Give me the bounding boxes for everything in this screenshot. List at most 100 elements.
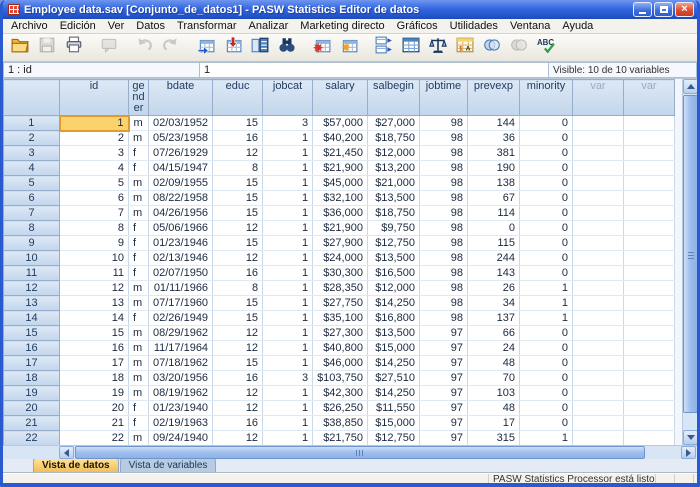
cell[interactable]: 12 xyxy=(213,251,263,266)
cell[interactable]: $45,000 xyxy=(313,176,368,191)
cell[interactable] xyxy=(572,386,623,401)
cell[interactable] xyxy=(572,356,623,371)
row-header-20[interactable]: 20 xyxy=(4,401,60,416)
cell[interactable]: $35,100 xyxy=(313,311,368,326)
open-data-button[interactable] xyxy=(6,36,33,60)
scroll-left-button[interactable] xyxy=(59,446,74,459)
cell[interactable]: 0 xyxy=(519,176,572,191)
cell[interactable]: 0 xyxy=(519,416,572,431)
cell[interactable]: 48 xyxy=(467,356,519,371)
cell[interactable]: $12,750 xyxy=(367,431,419,446)
column-header-minority-10[interactable]: minority xyxy=(519,80,572,116)
column-header-jobcat-5[interactable]: jobcat xyxy=(263,80,313,116)
row-header-12[interactable]: 12 xyxy=(4,281,60,296)
cell[interactable]: $40,800 xyxy=(313,341,368,356)
cell[interactable] xyxy=(572,371,623,386)
row-header-19[interactable]: 19 xyxy=(4,386,60,401)
cell[interactable]: 04/26/1956 xyxy=(149,206,213,221)
row-header-13[interactable]: 13 xyxy=(4,296,60,311)
print-button[interactable] xyxy=(60,36,87,60)
cell[interactable]: 11/17/1964 xyxy=(149,341,213,356)
cell[interactable]: 9 xyxy=(60,236,129,251)
row-header-14[interactable]: 14 xyxy=(4,311,60,326)
cell[interactable]: 16 xyxy=(213,416,263,431)
cell[interactable] xyxy=(623,266,674,281)
cell[interactable]: 1 xyxy=(519,311,572,326)
cell[interactable]: 16 xyxy=(213,131,263,146)
cell[interactable]: 137 xyxy=(467,311,519,326)
cell[interactable]: $13,500 xyxy=(367,251,419,266)
row-header-3[interactable]: 3 xyxy=(4,146,60,161)
cell[interactable]: 0 xyxy=(519,206,572,221)
cell[interactable]: 114 xyxy=(467,206,519,221)
cell[interactable]: 0 xyxy=(519,341,572,356)
cell[interactable]: f xyxy=(129,311,149,326)
cell[interactable]: m xyxy=(129,206,149,221)
cell[interactable] xyxy=(572,416,623,431)
cell[interactable] xyxy=(572,311,623,326)
column-header-var-11[interactable]: var xyxy=(572,80,623,116)
cell[interactable]: 04/15/1947 xyxy=(149,161,213,176)
menu-ver[interactable]: Ver xyxy=(102,20,131,32)
menu-utilidades[interactable]: Utilidades xyxy=(444,20,504,32)
column-header-prevexp-9[interactable]: prevexp xyxy=(467,80,519,116)
tab-variable-view[interactable]: Vista de variables xyxy=(120,458,217,472)
cell[interactable]: m xyxy=(129,386,149,401)
cell[interactable]: m xyxy=(129,431,149,446)
cell[interactable]: 48 xyxy=(467,401,519,416)
cell[interactable]: 1 xyxy=(263,221,313,236)
cell[interactable]: $30,300 xyxy=(313,266,368,281)
cell[interactable]: $24,000 xyxy=(313,251,368,266)
cell[interactable]: f xyxy=(129,401,149,416)
cell[interactable]: 98 xyxy=(419,311,467,326)
cell[interactable]: 67 xyxy=(467,191,519,206)
cell[interactable]: 1 xyxy=(263,311,313,326)
cell[interactable]: 7 xyxy=(60,206,129,221)
cell[interactable]: 15 xyxy=(213,296,263,311)
cell[interactable]: 3 xyxy=(60,146,129,161)
horizontal-scroll-thumb[interactable] xyxy=(75,446,645,459)
cell[interactable]: $40,200 xyxy=(313,131,368,146)
cell[interactable] xyxy=(623,431,674,446)
cell[interactable] xyxy=(623,281,674,296)
row-header-17[interactable]: 17 xyxy=(4,356,60,371)
cell[interactable]: 97 xyxy=(419,431,467,446)
cell[interactable]: 0 xyxy=(519,371,572,386)
cell[interactable]: m xyxy=(129,131,149,146)
column-header-bdate-3[interactable]: bdate xyxy=(149,80,213,116)
cell[interactable]: $12,000 xyxy=(367,281,419,296)
row-header-9[interactable]: 9 xyxy=(4,236,60,251)
cell[interactable]: 98 xyxy=(419,206,467,221)
cell[interactable] xyxy=(572,281,623,296)
cell[interactable] xyxy=(572,191,623,206)
cell[interactable]: $13,500 xyxy=(367,191,419,206)
cell[interactable] xyxy=(623,326,674,341)
use-variable-sets-button[interactable] xyxy=(478,36,505,60)
column-header-salbegin-7[interactable]: salbegin xyxy=(367,80,419,116)
cell[interactable]: 07/17/1960 xyxy=(149,296,213,311)
cell[interactable]: 1 xyxy=(263,251,313,266)
cell[interactable]: 08/29/1962 xyxy=(149,326,213,341)
cell[interactable]: 12 xyxy=(213,386,263,401)
cell[interactable]: m xyxy=(129,296,149,311)
cell[interactable]: m xyxy=(129,356,149,371)
cell[interactable]: 190 xyxy=(467,161,519,176)
vertical-scroll-thumb[interactable] xyxy=(683,95,697,413)
cell[interactable]: 1 xyxy=(263,356,313,371)
cell[interactable]: $103,750 xyxy=(313,371,368,386)
row-header-16[interactable]: 16 xyxy=(4,341,60,356)
cell[interactable]: 0 xyxy=(519,266,572,281)
cell[interactable]: 02/09/1955 xyxy=(149,176,213,191)
cell[interactable]: $14,250 xyxy=(367,296,419,311)
menu-edici-n[interactable]: Edición xyxy=(54,20,102,32)
cell[interactable]: 3 xyxy=(263,371,313,386)
goto-variable-button[interactable] xyxy=(219,36,246,60)
cell[interactable] xyxy=(623,371,674,386)
cell[interactable] xyxy=(623,386,674,401)
cell[interactable]: $15,000 xyxy=(367,341,419,356)
cell[interactable]: 1 xyxy=(263,236,313,251)
cell[interactable] xyxy=(572,206,623,221)
cell[interactable]: 98 xyxy=(419,176,467,191)
cell[interactable]: 1 xyxy=(60,116,129,131)
cell[interactable]: 15 xyxy=(213,311,263,326)
